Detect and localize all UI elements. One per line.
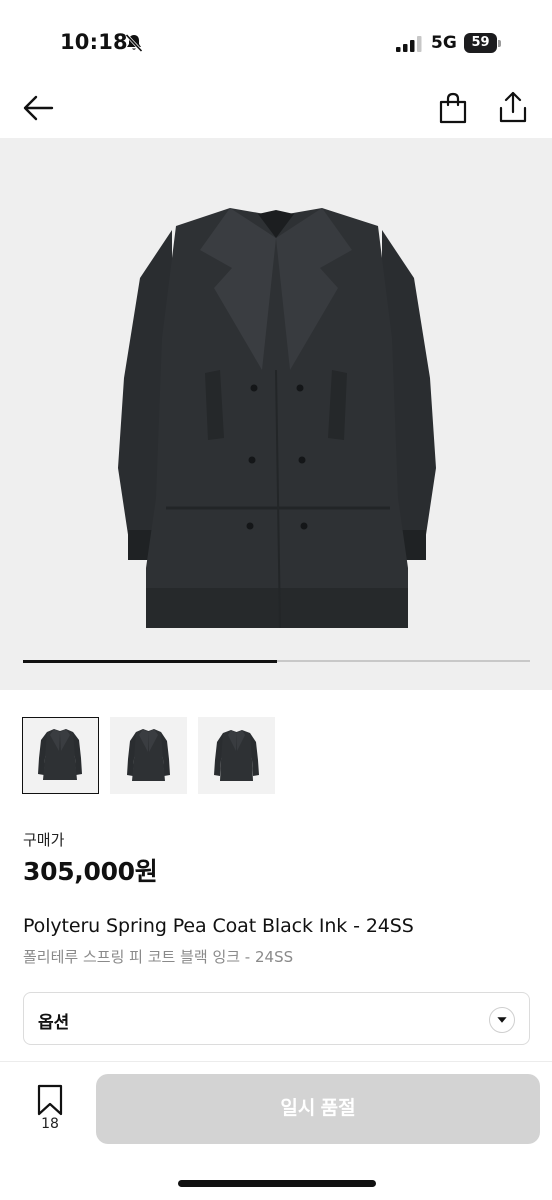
gallery-progress-bar — [23, 659, 530, 663]
sold-out-button[interactable]: 일시 품절 — [96, 1074, 540, 1144]
coat-image — [118, 208, 436, 629]
battery-level: 59 — [464, 33, 497, 53]
signal-icon — [396, 36, 422, 52]
product-subtitle: 폴리테루 스프링 피 코트 블랙 잉크 - 24SS — [23, 948, 294, 966]
bell-slash-icon — [125, 33, 143, 53]
status-bar: 10:18 5G 59 — [0, 0, 552, 80]
gallery-progress-fill — [23, 659, 277, 663]
price-label: 구매가 — [23, 831, 65, 849]
thumbnail-2[interactable] — [110, 717, 187, 794]
option-select[interactable]: 옵션 — [23, 992, 530, 1045]
shopping-bag-icon[interactable] — [438, 92, 468, 124]
coat-thumbnail-image — [214, 730, 259, 781]
battery-tip — [498, 40, 501, 47]
home-indicator — [178, 1180, 376, 1187]
share-icon[interactable] — [498, 90, 528, 124]
thumbnail-3[interactable] — [198, 717, 275, 794]
coat-thumbnail-image — [127, 729, 170, 781]
nav-bar — [0, 80, 552, 138]
bookmark-button[interactable]: 18 — [30, 1082, 70, 1138]
option-label: 옵션 — [38, 1013, 70, 1033]
price-value: 305,000원 — [23, 857, 158, 886]
product-image-gallery[interactable] — [0, 138, 552, 690]
status-time: 10:18 — [60, 30, 128, 54]
bottom-bar-divider — [0, 1061, 552, 1062]
product-title: Polyteru Spring Pea Coat Black Ink - 24S… — [23, 915, 414, 937]
coat-thumbnail-image — [38, 729, 82, 780]
network-label: 5G — [431, 33, 457, 53]
bookmark-icon — [37, 1084, 63, 1116]
bookmark-count: 18 — [41, 1116, 59, 1132]
back-arrow-icon[interactable] — [22, 94, 54, 122]
thumbnail-1[interactable] — [22, 717, 99, 794]
battery-icon: 59 — [464, 33, 501, 53]
chevron-down-icon — [489, 1007, 515, 1033]
